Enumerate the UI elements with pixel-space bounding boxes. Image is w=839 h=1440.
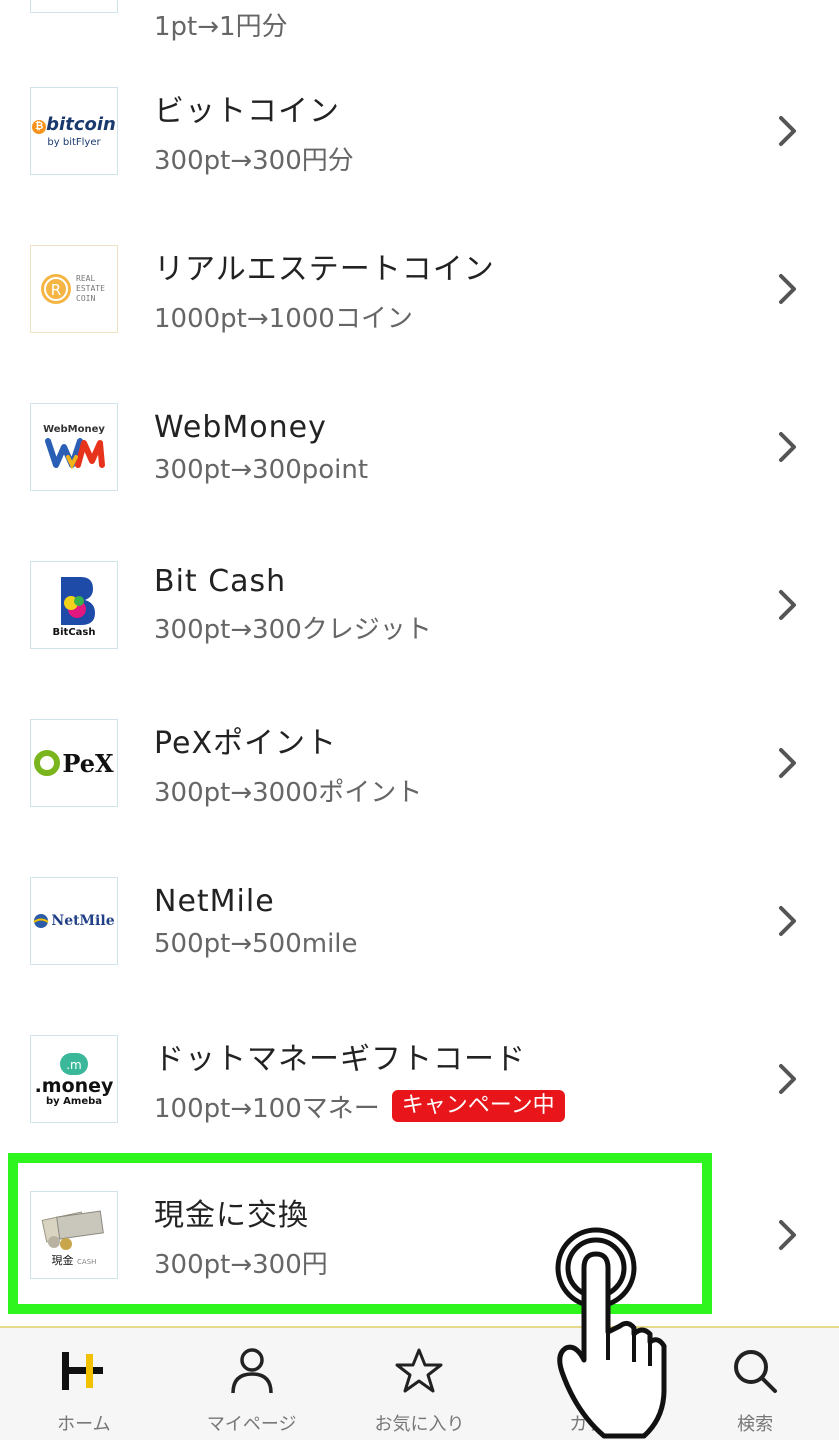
tab-label: 検索: [737, 1414, 774, 1435]
item-name: NetMile: [154, 883, 275, 919]
bottom-tab-bar: ホーム マイページ お気に入り カテ 検索: [0, 1326, 839, 1440]
bitcash-logo: BitCash: [30, 561, 118, 649]
campaign-badge: キャンペーン中: [391, 1090, 565, 1122]
real-estate-coin-logo: R REAL ESTATE COIN: [30, 245, 118, 333]
item-name: ドットマネーギフトコード: [154, 1041, 526, 1077]
list-item-partial[interactable]: 1pt→1円分: [0, 0, 839, 48]
pex-logo: PeX: [30, 719, 118, 807]
list-item-dot-money[interactable]: .m .money by Ameba ドットマネーギフトコード 100pt→10…: [0, 1000, 839, 1158]
cash-logo: 現金 CASH: [30, 1191, 118, 1279]
tab-search[interactable]: 検索: [671, 1328, 839, 1440]
partial-logo: [30, 0, 118, 13]
search-icon: [734, 1350, 778, 1393]
chevron-right-icon: [779, 748, 796, 778]
list-item-cash[interactable]: 現金 CASH 現金に交換 300pt→300円: [0, 1156, 839, 1314]
tab-label: ホーム: [57, 1414, 111, 1435]
list-item-bitcoin[interactable]: ₿ bitcoin by bitFlyer ビットコイン 300pt→300円分: [0, 52, 839, 210]
tab-mypage[interactable]: マイページ: [168, 1328, 336, 1440]
person-icon: [230, 1348, 273, 1394]
tab-label: お気に入り: [374, 1414, 465, 1435]
svg-text:R: R: [51, 281, 61, 299]
item-rate: 300pt→300point: [154, 454, 369, 485]
item-rate: 300pt→300円: [154, 1249, 328, 1280]
list-item-netmile[interactable]: NetMile NetMile 500pt→500mile: [0, 842, 839, 1000]
item-rate: 1pt→1円分: [154, 12, 288, 42]
item-name: ビットコイン: [154, 93, 340, 129]
svg-text:COIN: COIN: [76, 294, 95, 303]
chevron-right-icon: [779, 1220, 796, 1250]
list-item-webmoney[interactable]: WebMoney WebMoney 300pt→300point: [0, 368, 839, 526]
item-name: リアルエステートコイン: [154, 251, 495, 287]
chevron-right-icon: [779, 906, 796, 936]
tab-favorites[interactable]: お気に入り: [336, 1328, 504, 1440]
list-item-real-estate-coin[interactable]: R REAL ESTATE COIN リアルエステートコイン 1000pt→10…: [0, 210, 839, 368]
item-rate: 300pt→300円分: [154, 145, 354, 176]
tap-hand-icon: [555, 1227, 667, 1439]
item-name: PeXポイント: [154, 725, 338, 761]
chevron-right-icon: [779, 432, 796, 462]
chevron-right-icon: [779, 274, 796, 304]
item-rate: 500pt→500mile: [154, 928, 358, 959]
item-rate: 300pt→300クレジット: [154, 615, 432, 645]
tab-label: マイページ: [206, 1414, 297, 1435]
item-rate-row: 100pt→100マネー キャンペーン中: [154, 1088, 565, 1125]
home-logo-icon: [61, 1352, 103, 1390]
svg-text:REAL: REAL: [76, 274, 95, 283]
item-name: WebMoney: [154, 409, 327, 445]
item-name: Bit Cash: [154, 564, 287, 599]
chevron-right-icon: [779, 590, 796, 620]
item-name: 現金に交換: [154, 1197, 309, 1233]
svg-text:ESTATE: ESTATE: [76, 284, 105, 293]
list-item-bitcash[interactable]: BitCash Bit Cash 300pt→300クレジット: [0, 526, 839, 684]
list-item-pex[interactable]: PeX PeXポイント 300pt→3000ポイント: [0, 684, 839, 842]
netmile-logo: NetMile: [30, 877, 118, 965]
chevron-right-icon: [779, 116, 796, 146]
dot-money-logo: .m .money by Ameba: [30, 1035, 118, 1123]
bitcoin-bitflyer-logo: ₿ bitcoin by bitFlyer: [30, 87, 118, 175]
chevron-right-icon: [779, 1064, 796, 1094]
item-rate: 300pt→3000ポイント: [154, 777, 423, 808]
item-rate: 1000pt→1000コイン: [154, 303, 413, 334]
svg-text:.m: .m: [66, 1058, 82, 1072]
item-rate: 100pt→100マネー: [154, 1093, 380, 1124]
webmoney-logo: WebMoney: [30, 403, 118, 491]
tab-home[interactable]: ホーム: [0, 1328, 168, 1440]
star-icon: [395, 1348, 443, 1393]
